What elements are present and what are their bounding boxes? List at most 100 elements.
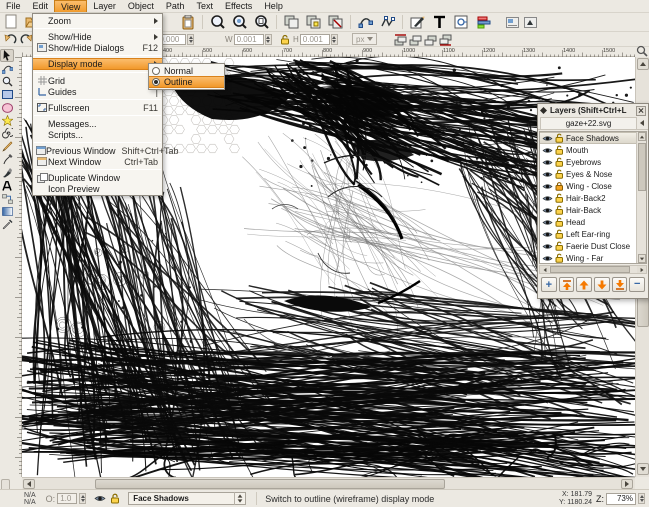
layer-lock-icon[interactable] xyxy=(110,493,120,504)
ellipse-tool[interactable] xyxy=(0,101,14,114)
layer-row[interactable]: Face Shadows xyxy=(540,132,646,144)
paste-button[interactable] xyxy=(177,14,198,31)
w-spinner[interactable] xyxy=(265,34,272,45)
menu-help[interactable]: Help xyxy=(258,0,289,12)
layer-row[interactable]: Faerie Dust Close xyxy=(540,240,646,252)
layers-hscroll-thumb[interactable] xyxy=(550,266,630,273)
delete-layer-button[interactable]: − xyxy=(629,277,645,292)
layer-row[interactable]: Wing - Close xyxy=(540,180,646,192)
menu-text[interactable]: Text xyxy=(190,0,219,12)
zoom-page-button[interactable] xyxy=(251,14,272,31)
layer-row[interactable]: Eyes & Nose xyxy=(540,168,646,180)
lock-open-icon[interactable] xyxy=(555,145,564,155)
display-mode-outline[interactable]: Outline xyxy=(149,76,224,88)
zoom-selection-button[interactable] xyxy=(207,14,228,31)
menu-file[interactable]: File xyxy=(0,0,27,12)
lock-open-icon[interactable] xyxy=(555,253,564,263)
nodes-icon[interactable] xyxy=(355,14,376,31)
view-menu-show-hide-dialogs[interactable]: Show/Hide DialogsF12 xyxy=(33,42,162,53)
fill-stroke-indicator[interactable]: N/A N/A xyxy=(24,492,36,506)
visibility-icon[interactable] xyxy=(542,230,553,239)
layer-row[interactable]: Wing - Far xyxy=(540,252,646,264)
zigzag-icon[interactable] xyxy=(377,14,398,31)
layer-row[interactable]: Head xyxy=(540,216,646,228)
duplicate-button[interactable] xyxy=(281,14,302,31)
layer-row[interactable]: Left Ear-ring xyxy=(540,228,646,240)
lock-open-icon[interactable] xyxy=(555,205,564,215)
dialog-button-1[interactable] xyxy=(504,15,521,30)
close-icon[interactable] xyxy=(636,106,646,116)
view-menu-display-mode[interactable]: Display mode xyxy=(33,58,162,70)
view-menu-previous-window[interactable]: Previous WindowShift+Ctrl+Tab xyxy=(33,145,162,156)
visibility-icon[interactable] xyxy=(542,254,553,263)
rectangle-tool[interactable] xyxy=(0,88,14,101)
raise-layer-button[interactable] xyxy=(576,277,592,292)
view-menu-messages[interactable]: Messages... xyxy=(33,118,162,129)
zoom-drawing-button[interactable] xyxy=(229,14,250,31)
vertical-ruler[interactable] xyxy=(14,57,22,477)
y-spinner[interactable] xyxy=(187,34,194,45)
align-dialog-button[interactable] xyxy=(473,14,494,31)
lock-open-icon[interactable] xyxy=(555,157,564,167)
new-document-button[interactable] xyxy=(0,14,21,31)
unlink-clone-button[interactable] xyxy=(325,14,346,31)
unit-combo[interactable]: px xyxy=(352,33,377,45)
w-input[interactable]: 0.001 xyxy=(234,34,264,45)
node-tool[interactable] xyxy=(0,62,14,75)
layers-horizontal-scrollbar[interactable] xyxy=(539,265,647,274)
dropper-tool[interactable] xyxy=(0,218,14,231)
lower-to-bottom-button[interactable] xyxy=(437,32,454,47)
layer-row[interactable]: Hair-Back2 xyxy=(540,192,646,204)
menu-layer[interactable]: Layer xyxy=(87,0,122,12)
zoom-input[interactable]: 73% xyxy=(606,493,636,505)
layer-row[interactable]: Hair-Back xyxy=(540,204,646,216)
horizontal-scrollbar-thumb[interactable] xyxy=(95,479,445,489)
visibility-icon[interactable] xyxy=(542,134,553,143)
connector-tool[interactable] xyxy=(0,192,14,205)
scroll-right-button[interactable] xyxy=(621,479,633,489)
bezier-pen-tool[interactable] xyxy=(0,153,14,166)
h-spinner[interactable] xyxy=(331,34,338,45)
opacity-spinner[interactable] xyxy=(79,493,86,504)
ruler-corner-zoom-icon[interactable] xyxy=(635,44,649,57)
menu-edit[interactable]: Edit xyxy=(27,0,55,12)
layer-visibility-icon[interactable] xyxy=(94,494,106,503)
h-input[interactable]: 0.001 xyxy=(300,34,330,45)
view-menu-zoom[interactable]: Zoom xyxy=(33,15,162,26)
rotate-ccw-button[interactable] xyxy=(2,32,19,47)
add-layer-button[interactable]: + xyxy=(541,277,557,292)
lock-open-icon[interactable] xyxy=(555,193,564,203)
scroll-left-button[interactable] xyxy=(23,479,35,489)
opacity-input[interactable]: 1.0 xyxy=(57,493,77,504)
tab-scroll-left-icon[interactable] xyxy=(637,118,646,129)
current-layer-dropdown[interactable]: Face Shadows xyxy=(128,492,246,505)
lock-open-icon[interactable] xyxy=(555,133,564,143)
lock-open-icon[interactable] xyxy=(555,241,564,251)
text-tool[interactable] xyxy=(0,179,14,192)
dialog-button-2[interactable] xyxy=(522,15,539,30)
lock-open-icon[interactable] xyxy=(555,217,564,227)
visibility-icon[interactable] xyxy=(542,182,553,191)
document-tab[interactable]: gaze+22.svg xyxy=(540,117,637,129)
view-menu-fullscreen[interactable]: FullscreenF11 xyxy=(33,102,162,113)
menu-path[interactable]: Path xyxy=(160,0,191,12)
layers-scroll-down-icon[interactable] xyxy=(638,254,646,263)
layers-scroll-right-icon[interactable] xyxy=(637,266,646,273)
visibility-icon[interactable] xyxy=(542,194,553,203)
layer-dropdown-arrows[interactable] xyxy=(234,492,245,505)
visibility-icon[interactable] xyxy=(542,242,553,251)
visibility-icon[interactable] xyxy=(542,218,553,227)
gradient-tool[interactable] xyxy=(0,205,14,218)
spiral-tool[interactable] xyxy=(0,127,14,140)
scroll-up-button[interactable] xyxy=(637,58,649,70)
menu-object[interactable]: Object xyxy=(122,0,160,12)
layers-panel-titlebar[interactable]: Layers (Shift+Ctrl+L xyxy=(538,104,648,117)
raise-layer-to-top-button[interactable] xyxy=(559,277,575,292)
menu-view[interactable]: View xyxy=(54,0,87,12)
lower-layer-to-bottom-button[interactable] xyxy=(612,277,628,292)
layers-vertical-scrollbar[interactable] xyxy=(636,132,646,263)
horizontal-scrollbar[interactable] xyxy=(22,477,635,489)
layers-scroll-left-icon[interactable] xyxy=(540,266,549,273)
layer-row[interactable]: Eyebrows xyxy=(540,156,646,168)
pencil-tool[interactable] xyxy=(0,140,14,153)
